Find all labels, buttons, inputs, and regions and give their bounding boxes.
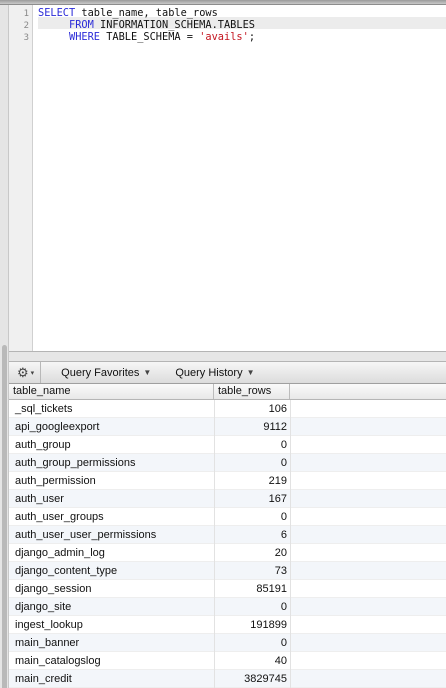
cell-table-name[interactable]: auth_user_user_permissions [9,529,214,541]
cell-table-name[interactable]: django_content_type [9,565,214,577]
cell-table-rows[interactable]: 73 [214,565,290,577]
query-toolbar: ⚙ ▾ Query Favorites ▼ Query History ▼ [9,362,446,384]
table-row[interactable]: django_session 85191 [9,580,446,598]
column-header-table-rows[interactable]: table_rows [214,384,290,399]
table-row[interactable]: auth_user 167 [9,490,446,508]
cell-table-name[interactable]: django_session [9,583,214,595]
query-history-label: Query History [175,366,243,379]
code-line[interactable]: WHERE TABLE_SCHEMA = 'avails'; [38,29,446,43]
table-row[interactable]: django_admin_log 20 [9,544,446,562]
table-row[interactable]: main_banner 0 [9,634,446,652]
cell-table-rows[interactable]: 191899 [214,619,290,631]
pane-splitter[interactable] [9,352,446,362]
line-number: 2 [23,21,29,31]
cell-table-rows[interactable]: 219 [214,475,290,487]
cell-table-name[interactable]: auth_permission [9,475,214,487]
cell-table-rows[interactable]: 40 [214,655,290,667]
code-line[interactable]: FROM INFORMATION_SCHEMA.TABLES [38,17,446,31]
table-row[interactable]: auth_user_groups 0 [9,508,446,526]
column-header-table-name[interactable]: table_name [9,384,214,399]
sql-text: INFORMATION_SCHEMA.TABLES [93,19,255,31]
cell-table-name[interactable]: django_admin_log [9,547,214,559]
sql-text: ; [248,31,256,43]
table-row[interactable]: auth_user_user_permissions 6 [9,526,446,544]
sql-string: 'avails' [199,31,249,43]
table-row[interactable]: main_catalogslog 40 [9,652,446,670]
cell-table-rows[interactable]: 0 [214,637,290,649]
table-row[interactable]: auth_group 0 [9,436,446,454]
cell-table-rows[interactable]: 0 [214,601,290,613]
query-favorites-label: Query Favorites [61,366,140,379]
sql-code[interactable]: SELECT table_name, table_rows FROM INFOR… [38,5,446,43]
cell-table-rows[interactable]: 106 [214,403,290,415]
cell-table-rows[interactable]: 0 [214,457,290,469]
cell-table-name[interactable]: auth_user [9,493,214,505]
cell-table-name[interactable]: _sql_tickets [9,403,214,415]
sql-keyword: FROM [38,19,94,31]
cell-table-name[interactable]: main_banner [9,637,214,649]
sql-text: table_name, table_rows [75,7,218,19]
cell-table-rows[interactable]: 20 [214,547,290,559]
cell-table-name[interactable]: django_site [9,601,214,613]
query-favorites-button[interactable]: Query Favorites ▼ [53,362,159,383]
table-row[interactable]: ingest_lookup 191899 [9,616,446,634]
cell-table-rows[interactable]: 3829745 [214,673,290,685]
cell-table-rows[interactable]: 6 [214,529,290,541]
cell-table-rows[interactable]: 167 [214,493,290,505]
sql-text: TABLE_SCHEMA = [100,31,200,43]
table-row[interactable]: _sql_tickets 106 [9,400,446,418]
results-table: table_name table_rows _sql_tickets 106 api… [9,384,446,688]
table-row[interactable]: main_credit 3829745 [9,670,446,688]
table-row[interactable]: django_site 0 [9,598,446,616]
cell-table-rows[interactable]: 9112 [214,421,290,433]
table-row[interactable]: api_googleexport 9112 [9,418,446,436]
cell-table-rows[interactable]: 0 [214,511,290,523]
cell-table-name[interactable]: main_catalogslog [9,655,214,667]
table-header: table_name table_rows [9,384,446,400]
chevron-down-icon: ▾ [30,369,35,377]
query-history-button[interactable]: Query History ▼ [167,362,262,383]
sql-keyword: SELECT [38,7,76,19]
gear-icon: ⚙ [17,364,29,380]
table-row[interactable]: auth_group_permissions 0 [9,454,446,472]
line-number-gutter: 1 2 3 [9,5,33,351]
cell-table-name[interactable]: auth_user_groups [9,511,214,523]
code-line[interactable]: SELECT table_name, table_rows [38,5,446,19]
cell-table-rows[interactable]: 0 [214,439,290,451]
chevron-down-icon: ▼ [143,368,152,377]
table-row[interactable]: auth_permission 219 [9,472,446,490]
gear-menu-button[interactable]: ⚙ ▾ [9,362,42,383]
cell-table-name[interactable]: auth_group_permissions [9,457,214,469]
cell-table-name[interactable]: main_credit [9,673,214,685]
line-number: 1 [23,9,29,19]
line-number: 3 [23,33,29,43]
cell-table-rows[interactable]: 85191 [214,583,290,595]
left-window-edge [0,5,9,688]
cell-table-name[interactable]: auth_group [9,439,214,451]
table-body: _sql_tickets 106 api_googleexport 9112 auth_… [9,400,446,688]
cell-table-name[interactable]: ingest_lookup [9,619,214,631]
cell-table-name[interactable]: api_googleexport [9,421,214,433]
scrollbar-knob[interactable] [2,345,7,688]
table-row[interactable]: django_content_type 73 [9,562,446,580]
sql-keyword: WHERE [38,31,100,43]
query-editor[interactable]: 1 2 3 SELECT table_name, table_rows FROM… [9,5,446,352]
chevron-down-icon: ▼ [246,368,255,377]
